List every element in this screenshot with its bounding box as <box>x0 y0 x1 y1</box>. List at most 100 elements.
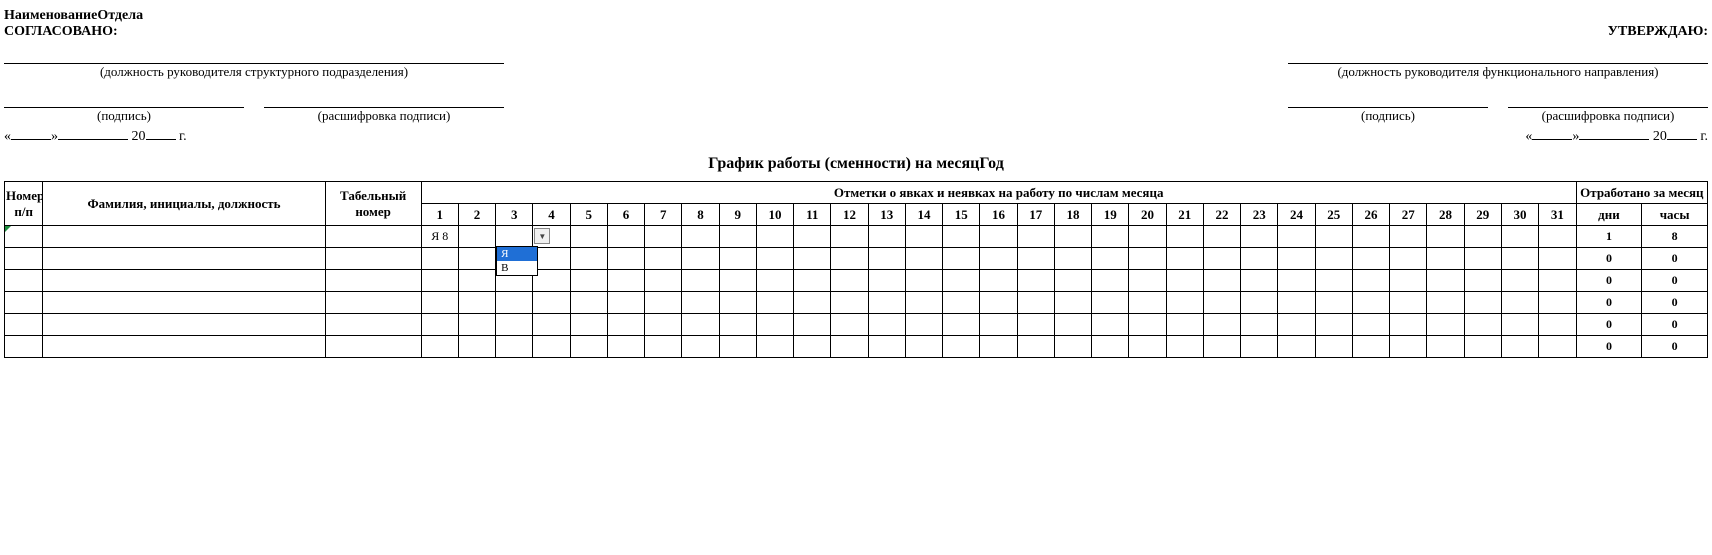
cell-day[interactable] <box>980 226 1017 248</box>
cell-day[interactable] <box>756 314 793 336</box>
cell-day[interactable] <box>1464 336 1501 358</box>
cell-day[interactable] <box>682 270 719 292</box>
cell-day[interactable] <box>1427 314 1464 336</box>
cell-day[interactable] <box>496 292 533 314</box>
cell-day[interactable] <box>1092 336 1129 358</box>
cell-day[interactable] <box>607 226 644 248</box>
cell-day[interactable] <box>1352 336 1389 358</box>
cell-day[interactable] <box>682 314 719 336</box>
cell-day[interactable] <box>1539 314 1577 336</box>
cell-day[interactable] <box>682 248 719 270</box>
cell-day[interactable] <box>607 270 644 292</box>
cell-day[interactable] <box>1166 336 1203 358</box>
cell-day[interactable] <box>905 226 942 248</box>
cell-day[interactable] <box>980 314 1017 336</box>
cell-day[interactable] <box>1390 270 1427 292</box>
cell-day[interactable] <box>905 336 942 358</box>
cell-day[interactable] <box>719 226 756 248</box>
cell-day[interactable] <box>1241 248 1278 270</box>
cell-day[interactable] <box>756 248 793 270</box>
cell-name[interactable] <box>43 226 325 248</box>
cell-day[interactable] <box>682 292 719 314</box>
cell-day[interactable] <box>1092 226 1129 248</box>
cell-day[interactable] <box>1464 270 1501 292</box>
cell-day[interactable] <box>794 248 831 270</box>
cell-day[interactable] <box>682 336 719 358</box>
cell-day[interactable] <box>1241 226 1278 248</box>
cell-day[interactable] <box>607 314 644 336</box>
cell-day[interactable] <box>980 270 1017 292</box>
cell-day[interactable] <box>570 248 607 270</box>
cell-day[interactable] <box>421 248 458 270</box>
cell-day[interactable] <box>1203 314 1240 336</box>
cell-day[interactable] <box>1017 336 1054 358</box>
cell-day[interactable] <box>1501 270 1538 292</box>
cell-day[interactable] <box>794 314 831 336</box>
cell-day[interactable] <box>1054 270 1091 292</box>
cell-day[interactable] <box>421 270 458 292</box>
dropdown-list[interactable]: ЯВ <box>496 246 538 276</box>
cell-day[interactable] <box>1054 292 1091 314</box>
cell-day[interactable] <box>496 336 533 358</box>
cell-day[interactable] <box>943 336 980 358</box>
sig-line-left-decipher[interactable] <box>264 94 504 108</box>
cell-day[interactable] <box>1129 292 1166 314</box>
cell-day[interactable] <box>1054 336 1091 358</box>
cell-day[interactable] <box>831 292 868 314</box>
cell-day[interactable] <box>1315 226 1352 248</box>
cell-day[interactable] <box>1501 248 1538 270</box>
sig-line-right-decipher[interactable] <box>1508 94 1708 108</box>
cell-day[interactable] <box>1241 270 1278 292</box>
cell-day[interactable] <box>1278 270 1315 292</box>
cell-day[interactable] <box>1352 248 1389 270</box>
cell-day[interactable] <box>1539 336 1577 358</box>
sig-line-right-signature[interactable] <box>1288 94 1488 108</box>
cell-day[interactable] <box>1464 292 1501 314</box>
cell-day[interactable] <box>1129 248 1166 270</box>
cell-day[interactable] <box>458 226 495 248</box>
cell-num[interactable] <box>5 314 43 336</box>
cell-day[interactable] <box>1017 270 1054 292</box>
cell-day[interactable] <box>645 292 682 314</box>
date-day-blank-left[interactable] <box>11 128 51 140</box>
cell-day[interactable] <box>570 270 607 292</box>
cell-day[interactable] <box>1166 248 1203 270</box>
cell-day[interactable] <box>1278 248 1315 270</box>
cell-day[interactable] <box>1390 248 1427 270</box>
cell-name[interactable] <box>43 314 325 336</box>
cell-day[interactable] <box>1166 314 1203 336</box>
cell-num[interactable] <box>5 292 43 314</box>
cell-day[interactable] <box>570 336 607 358</box>
cell-day[interactable] <box>868 292 905 314</box>
cell-day[interactable] <box>1017 314 1054 336</box>
cell-day[interactable] <box>943 226 980 248</box>
cell-day[interactable] <box>1092 270 1129 292</box>
cell-num[interactable] <box>5 248 43 270</box>
cell-day[interactable] <box>1352 226 1389 248</box>
cell-day[interactable] <box>1241 314 1278 336</box>
cell-day[interactable] <box>1241 292 1278 314</box>
cell-day[interactable] <box>943 292 980 314</box>
cell-day[interactable] <box>1166 226 1203 248</box>
cell-day[interactable] <box>1129 336 1166 358</box>
cell-day[interactable] <box>1166 292 1203 314</box>
cell-day[interactable] <box>1352 314 1389 336</box>
cell-day[interactable] <box>719 336 756 358</box>
cell-day[interactable] <box>570 292 607 314</box>
cell-day[interactable] <box>1390 226 1427 248</box>
cell-day[interactable] <box>1092 292 1129 314</box>
cell-day[interactable] <box>719 270 756 292</box>
cell-day[interactable] <box>1129 314 1166 336</box>
cell-day[interactable] <box>831 314 868 336</box>
cell-day[interactable] <box>756 226 793 248</box>
cell-tabnum[interactable] <box>325 336 421 358</box>
cell-day[interactable] <box>682 226 719 248</box>
cell-day[interactable] <box>1129 226 1166 248</box>
cell-day[interactable] <box>533 336 570 358</box>
cell-day[interactable] <box>868 226 905 248</box>
date-day-blank-right[interactable] <box>1532 128 1572 140</box>
cell-day[interactable] <box>1427 248 1464 270</box>
cell-day[interactable]: Я 8 <box>421 226 458 248</box>
cell-name[interactable] <box>43 270 325 292</box>
cell-day[interactable] <box>1315 270 1352 292</box>
